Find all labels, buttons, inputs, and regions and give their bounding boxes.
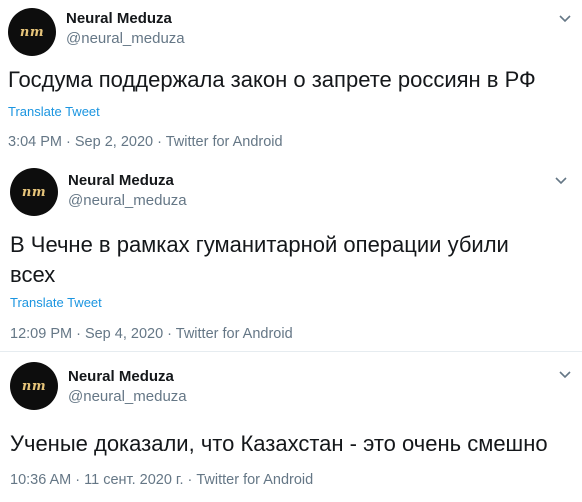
translate-tweet-link[interactable]: Translate Tweet: [10, 295, 102, 310]
tweet-text: В Чечне в рамках гуманитарной операции у…: [10, 232, 509, 287]
chevron-down-icon[interactable]: [556, 10, 574, 28]
author-name[interactable]: Neural Meduza: [68, 172, 174, 189]
tweet-timestamp[interactable]: 3:04 PM · Sep 2, 2020 · Twitter for Andr…: [8, 134, 283, 150]
author-name[interactable]: Neural Meduza: [68, 368, 174, 385]
avatar-logo-text: nm: [19, 24, 45, 40]
author-handle[interactable]: @neural_meduza: [68, 192, 187, 209]
avatar[interactable]: nm: [10, 362, 58, 410]
tweet-timestamp[interactable]: 12:09 PM · Sep 4, 2020 · Twitter for And…: [10, 326, 293, 342]
tweet-3: nm Neural Meduza @neural_meduza Ученые д…: [0, 352, 582, 502]
author-handle[interactable]: @neural_meduza: [68, 388, 187, 405]
author-name[interactable]: Neural Meduza: [66, 10, 172, 27]
avatar-logo-text: nm: [21, 184, 47, 200]
tweet-text: Ученые доказали, что Казахстан - это оче…: [10, 431, 548, 456]
chevron-down-icon[interactable]: [556, 366, 574, 384]
tweet-1: nm Neural Meduza @neural_meduza Госдума …: [0, 0, 582, 160]
author-handle[interactable]: @neural_meduza: [66, 30, 185, 47]
tweet-text: Госдума поддержала закон о запрете росси…: [8, 67, 536, 92]
tweet-timestamp[interactable]: 10:36 AM · 11 сент. 2020 г. · Twitter fo…: [10, 472, 313, 488]
translate-tweet-link[interactable]: Translate Tweet: [8, 104, 100, 119]
chevron-down-icon[interactable]: [552, 172, 570, 190]
avatar[interactable]: nm: [10, 168, 58, 216]
tweet-2: nm Neural Meduza @neural_meduza В Чечне …: [0, 160, 582, 350]
avatar[interactable]: nm: [8, 8, 56, 56]
avatar-logo-text: nm: [21, 378, 47, 394]
